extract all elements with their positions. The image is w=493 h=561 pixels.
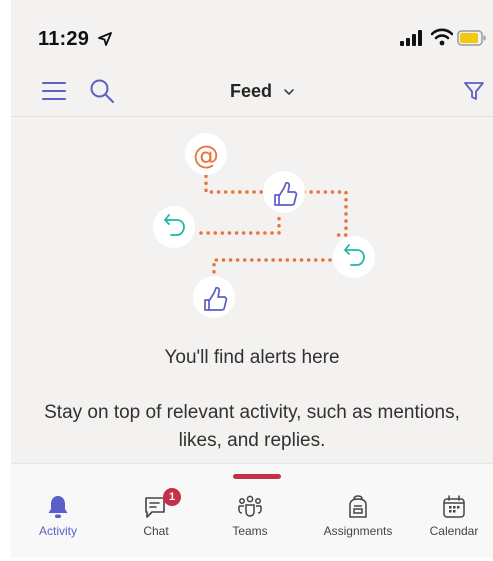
battery-icon: [457, 30, 486, 46]
feed-dropdown-title[interactable]: Feed: [230, 81, 272, 102]
status-time: 11:29: [38, 28, 90, 50]
chevron-down-icon[interactable]: [283, 87, 295, 97]
empty-state-title: You'll find alerts here: [164, 347, 340, 368]
drag-handle[interactable]: [233, 474, 281, 479]
calendar-icon: [443, 495, 465, 518]
tab-teams[interactable]: Teams: [205, 494, 295, 554]
search-icon[interactable]: [89, 78, 115, 104]
top-nav-bar: Feed: [11, 66, 493, 117]
like-node-top: [263, 171, 305, 213]
tab-activity-label: Activity: [38, 524, 77, 538]
activity-illustration: @: [153, 133, 375, 318]
bell-icon: [48, 496, 68, 518]
tab-assignments[interactable]: Assignments: [313, 494, 403, 554]
tab-chat-label: Chat: [143, 524, 169, 538]
tab-calendar-label: Calendar: [429, 524, 479, 538]
bottom-tab-bar: Activity 1 Chat Teams Assignments Calend…: [11, 463, 493, 558]
activity-empty-state: @ You'll find alerts here Stay on top of…: [11, 117, 493, 463]
reply-node-right: [333, 236, 375, 278]
tab-teams-label: Teams: [232, 524, 268, 538]
tab-calendar[interactable]: Calendar: [409, 494, 493, 554]
status-bar: 11:29: [11, 0, 493, 66]
svg-text:@: @: [193, 141, 219, 171]
location-arrow-icon: [98, 32, 112, 46]
tab-chat[interactable]: 1 Chat: [111, 488, 201, 554]
backpack-icon: [349, 495, 367, 518]
wifi-icon: [431, 28, 453, 46]
mention-node: @: [185, 133, 227, 175]
tab-activity[interactable]: Activity: [13, 494, 103, 554]
filter-icon[interactable]: [463, 80, 485, 102]
tab-assignments-label: Assignments: [323, 524, 393, 538]
cellular-signal-icon: [400, 30, 422, 46]
app-screen: 11:29 Feed @ You'll find alerts here Sta…: [11, 0, 493, 558]
chat-unread-badge: 1: [163, 488, 181, 506]
reply-node-left: [153, 206, 195, 248]
like-node-bottom: [193, 276, 235, 318]
empty-state-description: Stay on top of relevant activity, such a…: [44, 402, 460, 451]
teams-icon: [238, 495, 262, 517]
menu-icon[interactable]: [41, 80, 67, 102]
